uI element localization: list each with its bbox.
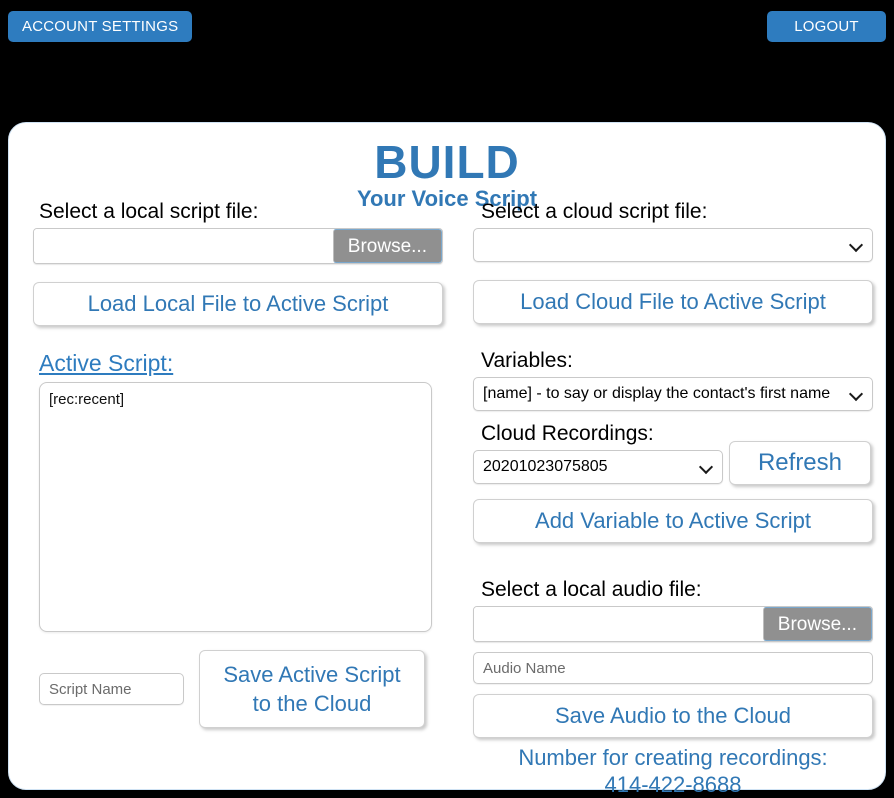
cloud-script-file-selected-value bbox=[483, 229, 842, 261]
script-name-input[interactable] bbox=[39, 673, 184, 705]
cloud-script-file-label: Select a cloud script file: bbox=[481, 200, 708, 223]
variables-selected-value: [name] - to say or display the contact's… bbox=[483, 385, 831, 402]
recordings-number-value: 414-422-8688 bbox=[604, 772, 742, 797]
cloud-script-file-select[interactable] bbox=[473, 228, 873, 262]
load-local-file-button[interactable]: Load Local File to Active Script bbox=[33, 282, 443, 326]
save-script-label-line2: to the Cloud bbox=[252, 691, 372, 716]
local-script-file-label: Select a local script file: bbox=[39, 200, 259, 223]
add-variable-button[interactable]: Add Variable to Active Script bbox=[473, 499, 873, 543]
local-audio-browse-button[interactable]: Browse... bbox=[762, 607, 872, 641]
refresh-recordings-button[interactable]: Refresh bbox=[729, 441, 871, 485]
save-active-script-button[interactable]: Save Active Script to the Cloud bbox=[199, 650, 425, 728]
left-column: Select a local script file: Browse... Lo… bbox=[33, 199, 443, 728]
recordings-number-block: Number for creating recordings: 414-422-… bbox=[473, 744, 873, 798]
top-navigation-bar: ACCOUNT SETTINGS LOGOUT bbox=[0, 0, 894, 54]
load-cloud-file-button[interactable]: Load Cloud File to Active Script bbox=[473, 280, 873, 324]
save-audio-button[interactable]: Save Audio to the Cloud bbox=[473, 694, 873, 738]
save-script-label-line1: Save Active Script bbox=[223, 662, 401, 687]
variables-select[interactable]: [name] - to say or display the contact's… bbox=[473, 377, 873, 411]
audio-name-input[interactable] bbox=[473, 652, 873, 684]
logout-button[interactable]: LOGOUT bbox=[767, 11, 886, 42]
chevron-down-icon bbox=[851, 240, 862, 247]
build-card-panel: BUILD Your Voice Script Select a local s… bbox=[8, 122, 886, 797]
right-column: Select a cloud script file: Load Cloud F… bbox=[473, 199, 873, 798]
chevron-down-icon bbox=[851, 389, 862, 396]
local-audio-file-label: Select a local audio file: bbox=[481, 578, 702, 601]
recordings-number-label: Number for creating recordings: bbox=[518, 745, 828, 770]
local-audio-file-input[interactable]: Browse... bbox=[473, 606, 873, 642]
local-script-browse-button[interactable]: Browse... bbox=[332, 229, 442, 263]
account-settings-button[interactable]: ACCOUNT SETTINGS bbox=[8, 11, 193, 42]
save-script-row: Save Active Script to the Cloud bbox=[39, 650, 443, 728]
local-audio-file-name bbox=[474, 607, 763, 641]
cloud-recordings-selected-value: 20201023075805 bbox=[483, 458, 608, 475]
local-script-file-input[interactable]: Browse... bbox=[33, 228, 443, 264]
cloud-recordings-row: 20201023075805 Refresh bbox=[473, 441, 873, 485]
page-title: BUILD bbox=[374, 136, 520, 188]
active-script-textarea[interactable] bbox=[39, 382, 432, 632]
variables-label: Variables: bbox=[481, 349, 573, 372]
local-script-file-name bbox=[34, 229, 333, 263]
chevron-down-icon bbox=[701, 462, 712, 469]
active-script-link[interactable]: Active Script: bbox=[39, 350, 173, 377]
cloud-recordings-select[interactable]: 20201023075805 bbox=[473, 450, 723, 484]
